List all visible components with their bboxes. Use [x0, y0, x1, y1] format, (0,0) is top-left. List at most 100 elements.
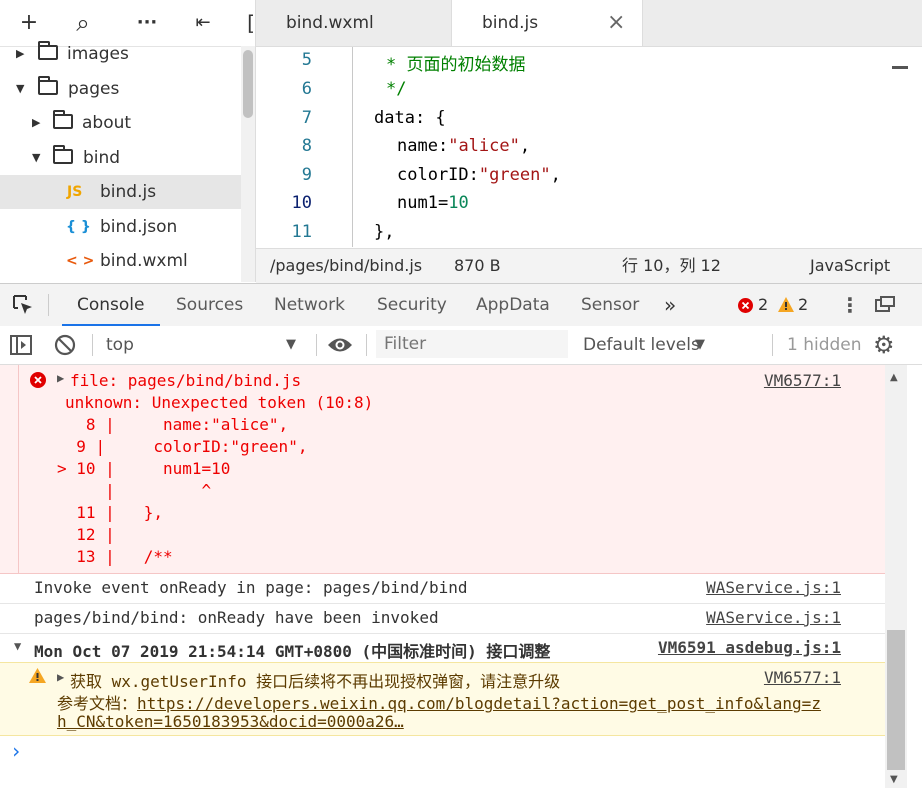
error-left-border	[18, 365, 19, 573]
context-select[interactable]: top ▼	[98, 330, 308, 360]
tree-item-label: pages	[68, 79, 120, 99]
divider	[772, 334, 773, 356]
log-levels-value: Default levels	[583, 335, 700, 355]
bracket-icon[interactable]: [	[236, 8, 255, 38]
log-levels-select[interactable]: Default levels ▼	[575, 330, 715, 360]
folder-icon	[53, 110, 73, 129]
line-number: 7	[301, 108, 312, 128]
scroll-down-arrow-icon[interactable]: ▼	[890, 774, 898, 785]
tree-item-label: bind	[83, 148, 121, 168]
outdent-icon[interactable]: ⇤	[188, 8, 218, 38]
wxml-file-icon: < >	[66, 253, 95, 269]
indent-guide	[352, 47, 353, 247]
error-title: file: pages/bind/bind.js	[70, 371, 302, 390]
eye-icon[interactable]	[327, 336, 353, 354]
tab-bind-js[interactable]: bind.js ×	[451, 0, 643, 46]
sidebar-toggle-icon[interactable]	[10, 335, 32, 355]
status-bar: /pages/bind/bind.js 870 B 行 10，列 12 Java…	[256, 248, 922, 283]
tree-item-bind-json[interactable]: { } bind.json	[0, 210, 241, 244]
caret-down-icon: ▼	[32, 151, 41, 164]
console-scrollbar-thumb[interactable]	[887, 630, 905, 770]
console-error-message: ▶ file: pages/bind/bind.js VM6577:1 unkn…	[0, 365, 885, 574]
tab-bind-wxml[interactable]: bind.wxml	[256, 0, 451, 46]
kebab-menu-icon[interactable]: ⋮	[840, 284, 860, 326]
code-editor[interactable]: 5 6 7 8 9 10 11 * 页面的初始数据 */ data: { nam…	[256, 47, 922, 248]
tree-item-bind-wxml[interactable]: < > bind.wxml	[0, 244, 241, 278]
warning-count-icon	[778, 297, 794, 312]
tree-item-about[interactable]: ▶ about	[0, 106, 241, 140]
chevron-down-icon: ▼	[695, 337, 705, 352]
inspect-element-icon[interactable]	[12, 294, 34, 316]
status-path: /pages/bind/bind.js	[270, 256, 423, 275]
doc-link[interactable]: https://developers.weixin.qq.com/blogdet…	[137, 694, 821, 713]
hidden-count: 1 hidden	[787, 335, 862, 355]
more-tabs-icon[interactable]: »	[664, 284, 676, 326]
error-count[interactable]: 2	[758, 284, 768, 326]
expand-caret-icon[interactable]: ▶	[57, 371, 64, 385]
log-source-link[interactable]: WAService.js:1	[706, 608, 841, 627]
warning-text: 获取 wx.getUserInfo 接口后续将不再出现授权弹窗，请注意升级	[70, 672, 561, 691]
console-prompt-icon[interactable]: ›	[10, 739, 22, 763]
folder-open-icon	[38, 76, 58, 95]
row-divider	[0, 603, 885, 604]
tree-item-bind-js[interactable]: JS bind.js	[0, 175, 241, 209]
js-file-icon: JS	[67, 184, 83, 200]
scroll-up-arrow-icon[interactable]: ▲	[890, 372, 898, 383]
error-code-frame-line: 8 | name:"alice",	[57, 415, 289, 434]
tab-sensor[interactable]: Sensor	[581, 284, 639, 326]
line-number: 11	[291, 222, 312, 242]
error-code-frame-line: 12 |	[57, 525, 115, 544]
more-icon[interactable]: ···	[132, 8, 162, 38]
folder-open-icon	[53, 145, 73, 164]
json-file-icon: { }	[66, 219, 91, 235]
caret-down-icon: ▼	[16, 82, 25, 95]
editor-scroll-indicator	[892, 66, 908, 69]
code-line-10: num1=10	[397, 193, 469, 213]
chevron-down-icon: ▼	[286, 337, 296, 352]
tab-appdata[interactable]: AppData	[476, 284, 550, 326]
tab-network[interactable]: Network	[274, 284, 345, 326]
group-header[interactable]: Mon Oct 07 2019 21:54:14 GMT+0800 (中国标准时…	[34, 638, 550, 662]
clear-console-icon[interactable]	[54, 334, 76, 356]
tab-security[interactable]: Security	[377, 284, 447, 326]
code-line-9: colorID:"green",	[397, 165, 561, 185]
log-source-link[interactable]: WAService.js:1	[706, 578, 841, 597]
group-source-link[interactable]: VM6591 asdebug.js:1	[658, 638, 841, 657]
tab-console[interactable]: Console	[62, 284, 160, 326]
tree-item-bind[interactable]: ▼ bind	[0, 141, 241, 175]
group-caret-down-icon[interactable]: ▼	[14, 639, 21, 653]
divider	[316, 334, 317, 356]
status-cursor-position[interactable]: 行 10，列 12	[622, 249, 721, 283]
doc-link-continued[interactable]: h_CN&token=1650183953&docid=0000a26…	[57, 712, 404, 731]
tree-item-pages[interactable]: ▼ pages	[0, 72, 241, 106]
context-value: top	[106, 335, 134, 355]
line-number-current: 10	[291, 193, 312, 213]
tree-item-label: bind.wxml	[100, 251, 188, 271]
add-icon[interactable]: +	[14, 8, 44, 38]
tree-scrollbar-thumb[interactable]	[243, 50, 253, 118]
warning-source-link[interactable]: VM6577:1	[764, 668, 841, 687]
error-count-icon	[738, 298, 753, 313]
warning-count[interactable]: 2	[798, 284, 808, 326]
search-icon[interactable]: ⌕	[68, 8, 98, 38]
error-source-link[interactable]: VM6577:1	[764, 371, 841, 390]
line-number: 5	[301, 50, 312, 70]
tree-item-label: images	[67, 44, 129, 64]
status-language[interactable]: JavaScript	[810, 249, 890, 283]
tab-label: bind.wxml	[286, 13, 374, 33]
close-icon[interactable]: ×	[607, 0, 625, 46]
tree-item-images[interactable]: ▶ images	[0, 37, 241, 71]
tree-item-label: bind.js	[100, 182, 157, 202]
folder-icon	[38, 41, 58, 60]
tree-item-label: about	[82, 113, 132, 133]
undock-icon[interactable]	[875, 296, 895, 313]
caret-right-icon: ▶	[16, 47, 25, 60]
code-line-6: */	[386, 79, 407, 99]
filter-input[interactable]	[376, 330, 568, 358]
tab-sources[interactable]: Sources	[176, 284, 243, 326]
error-icon	[30, 372, 46, 388]
gear-icon[interactable]: ⚙	[873, 326, 895, 364]
expand-caret-icon[interactable]: ▶	[57, 670, 64, 684]
warning-icon	[29, 668, 46, 683]
error-code-frame-line: 13 | /**	[57, 547, 173, 566]
